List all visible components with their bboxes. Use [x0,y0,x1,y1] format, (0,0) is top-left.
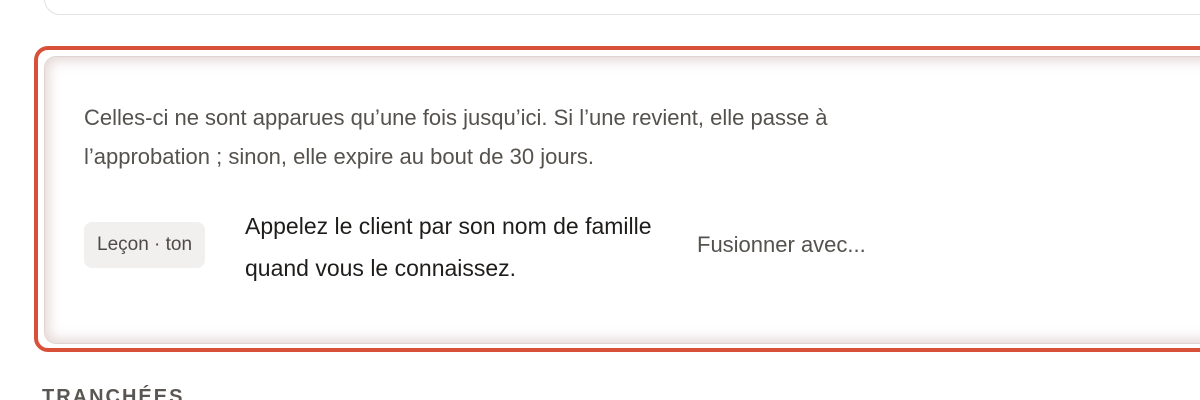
lesson-text: Appelez le client par son nom de famille… [245,213,652,281]
card-description: Celles-ci ne sont apparues qu’une fois j… [84,105,828,169]
lesson-type-badge: Leçon · ton [84,222,206,268]
merge-with-button[interactable]: Fusionner avec... [697,228,866,262]
section-heading: TRANCHÉES [42,386,185,400]
page: Celles-ci ne sont apparues qu’une fois j… [0,0,1200,400]
previous-card [44,0,1200,15]
